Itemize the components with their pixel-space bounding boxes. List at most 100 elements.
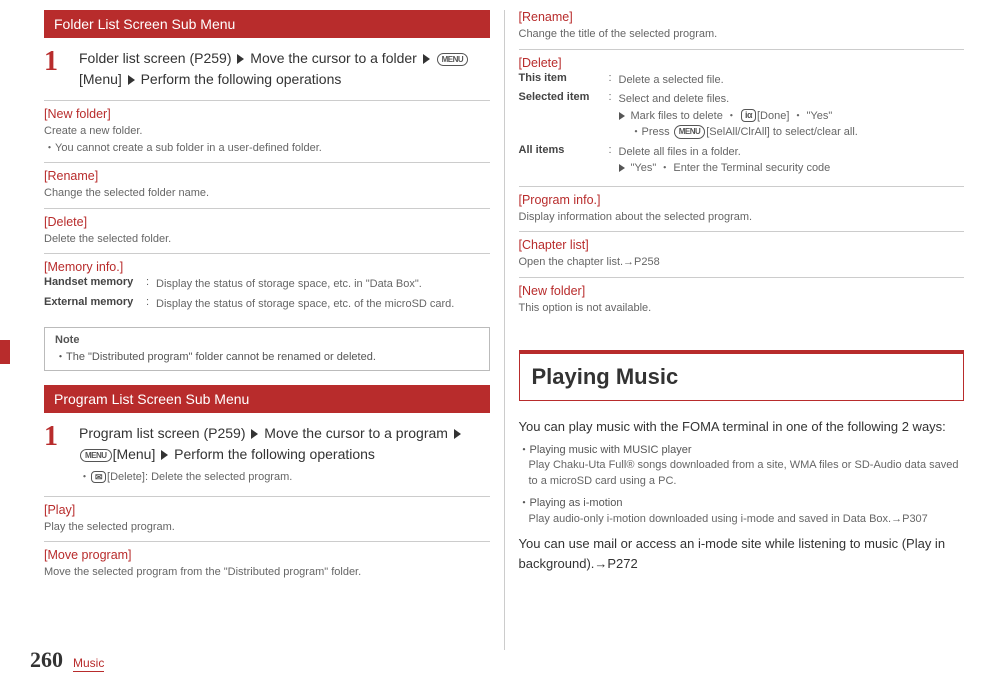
memory-row-handset: Handset memory : Display the status of s… bbox=[44, 276, 490, 293]
note-box: Note ・The "Distributed program" folder c… bbox=[44, 327, 490, 371]
newfolder-r-line: This option is not available. bbox=[519, 300, 965, 317]
step-1-folder: 1 Folder list screen (P259) Move the cur… bbox=[44, 48, 490, 90]
chapter-heading: [Chapter list] bbox=[519, 238, 965, 252]
section-rename: [Rename] Change the selected folder name… bbox=[44, 162, 490, 208]
bullet-imotion: ・Playing as i-motion Play audio-only i-m… bbox=[519, 496, 965, 528]
term-this-item: This item bbox=[519, 72, 609, 89]
right-column: [Rename] Change the title of the selecte… bbox=[505, 10, 979, 681]
bullet1-title: ・Playing music with MUSIC player bbox=[519, 444, 692, 456]
step-number-1: 1 bbox=[44, 48, 69, 76]
term-handset: Handset memory bbox=[44, 276, 146, 293]
sel-line1: Select and delete files. bbox=[619, 93, 730, 105]
footer-section: Music bbox=[73, 656, 104, 672]
newfolder-r-heading: [New folder] bbox=[519, 284, 965, 298]
page-number: 260 bbox=[30, 647, 63, 673]
section-move-program: [Move program] Move the selected program… bbox=[44, 541, 490, 587]
section-memory-info: [Memory info.] Handset memory : Display … bbox=[44, 253, 490, 321]
delete-heading: [Delete] bbox=[44, 215, 490, 229]
page-footer: 260 Music bbox=[30, 647, 104, 673]
menu-key-icon: MENU bbox=[80, 449, 112, 463]
sel-line3a: ・Press bbox=[631, 126, 673, 138]
step1-part-c: [Menu] bbox=[79, 71, 126, 87]
left-column: Folder List Screen Sub Menu 1 Folder lis… bbox=[30, 10, 504, 681]
delete-row-all: All items : Delete all files in a folder… bbox=[519, 144, 965, 177]
rename-r-line: Change the title of the selected program… bbox=[519, 26, 965, 43]
all-line1: Delete all files in a folder. bbox=[619, 146, 741, 158]
section-rename-r: [Rename] Change the title of the selecte… bbox=[519, 10, 965, 49]
section-new-folder: [New folder] Create a new folder. ・You c… bbox=[44, 100, 490, 162]
desc-selected-item: Select and delete files. Mark files to d… bbox=[619, 91, 965, 141]
play-heading: [Play] bbox=[44, 503, 490, 517]
colon: : bbox=[609, 144, 619, 177]
page: Folder List Screen Sub Menu 1 Folder lis… bbox=[0, 0, 998, 681]
play-line: Play the selected program. bbox=[44, 519, 490, 536]
step1-part-a: Folder list screen (P259) bbox=[79, 50, 235, 66]
triangle-icon bbox=[251, 429, 258, 439]
note-heading: Note bbox=[55, 334, 479, 346]
sel-line2: Mark files to delete ・ iα[Done] ・ "Yes" bbox=[619, 108, 965, 125]
colon: : bbox=[146, 296, 156, 313]
section-play: [Play] Play the selected program. bbox=[44, 496, 490, 542]
move-line: Move the selected program from the "Dist… bbox=[44, 564, 490, 581]
step-1-program: 1 Program list screen (P259) Move the cu… bbox=[44, 423, 490, 486]
step2-sub-text: [Delete]: Delete the selected program. bbox=[107, 471, 292, 483]
desc-all-items: Delete all files in a folder. "Yes" ・ En… bbox=[619, 144, 965, 177]
delete-row-selected: Selected item : Select and delete files.… bbox=[519, 91, 965, 141]
playing-music-box: Playing Music bbox=[519, 350, 965, 401]
heading-folder-submenu: Folder List Screen Sub Menu bbox=[44, 10, 490, 38]
term-external: External memory bbox=[44, 296, 146, 313]
step1-part-b: Move the cursor to a folder bbox=[246, 50, 420, 66]
bullet1-desc: Play Chaku-Uta Full® songs downloaded fr… bbox=[519, 458, 965, 490]
step-2-text: Program list screen (P259) Move the curs… bbox=[79, 423, 490, 486]
step-1-text: Folder list screen (P259) Move the curso… bbox=[79, 48, 490, 90]
colon: : bbox=[146, 276, 156, 293]
section-delete: [Delete] Delete the selected folder. bbox=[44, 208, 490, 254]
note-line: ・The "Distributed program" folder cannot… bbox=[55, 348, 479, 364]
sel-line2a: Mark files to delete ・ bbox=[631, 110, 740, 122]
new-folder-line1: Create a new folder. bbox=[44, 123, 490, 140]
step1-part-d: Perform the following operations bbox=[137, 71, 342, 87]
menu-key-icon: MENU bbox=[674, 125, 706, 139]
heading-program-submenu: Program List Screen Sub Menu bbox=[44, 385, 490, 413]
triangle-icon bbox=[423, 54, 430, 64]
rename-heading: [Rename] bbox=[44, 169, 490, 183]
term-selected-item: Selected item bbox=[519, 91, 609, 141]
new-folder-heading: [New folder] bbox=[44, 107, 490, 121]
triangle-icon bbox=[454, 429, 461, 439]
mail-key-icon: ✉ bbox=[91, 471, 106, 484]
intro-text: You can play music with the FOMA termina… bbox=[519, 417, 965, 437]
term-all-items: All items bbox=[519, 144, 609, 177]
delete-r-heading: [Delete] bbox=[519, 56, 965, 70]
sel-line3: ・Press MENU[SelAll/ClrAll] to select/cle… bbox=[619, 124, 965, 141]
all-line2: "Yes" ・ Enter the Terminal security code bbox=[619, 160, 965, 177]
colon: : bbox=[609, 72, 619, 89]
colon: : bbox=[609, 91, 619, 141]
chapter-line: Open the chapter list.→P258 bbox=[519, 254, 965, 271]
bullet-music-player: ・Playing music with MUSIC player Play Ch… bbox=[519, 443, 965, 491]
section-program-info: [Program info.] Display information abou… bbox=[519, 186, 965, 232]
memory-row-external: External memory : Display the status of … bbox=[44, 296, 490, 313]
step2-part-a: Program list screen (P259) bbox=[79, 425, 249, 441]
step2-part-b: Move the cursor to a program bbox=[260, 425, 451, 441]
step-number-1: 1 bbox=[44, 423, 69, 451]
delete-line: Delete the selected folder. bbox=[44, 231, 490, 248]
step2-part-c: [Menu] bbox=[113, 446, 160, 462]
memory-heading: [Memory info.] bbox=[44, 260, 490, 274]
triangle-icon bbox=[237, 54, 244, 64]
proginfo-heading: [Program info.] bbox=[519, 193, 965, 207]
sel-line2b: [Done] ・ "Yes" bbox=[757, 110, 832, 122]
triangle-icon bbox=[161, 450, 168, 460]
section-new-folder-r: [New folder] This option is not availabl… bbox=[519, 277, 965, 323]
desc-external: Display the status of storage space, etc… bbox=[156, 296, 490, 313]
ir-key-icon: iα bbox=[741, 109, 756, 122]
move-heading: [Move program] bbox=[44, 548, 490, 562]
delete-row-this: This item : Delete a selected file. bbox=[519, 72, 965, 89]
bullet2-title: ・Playing as i-motion bbox=[519, 497, 623, 509]
desc-handset: Display the status of storage space, etc… bbox=[156, 276, 490, 293]
outro-text: You can use mail or access an i-mode sit… bbox=[519, 534, 965, 573]
proginfo-line: Display information about the selected p… bbox=[519, 209, 965, 226]
desc-this-item: Delete a selected file. bbox=[619, 72, 965, 89]
step2-part-d: Perform the following operations bbox=[170, 446, 375, 462]
sel-line3b: [SelAll/ClrAll] to select/clear all. bbox=[706, 126, 858, 138]
rename-line: Change the selected folder name. bbox=[44, 185, 490, 202]
